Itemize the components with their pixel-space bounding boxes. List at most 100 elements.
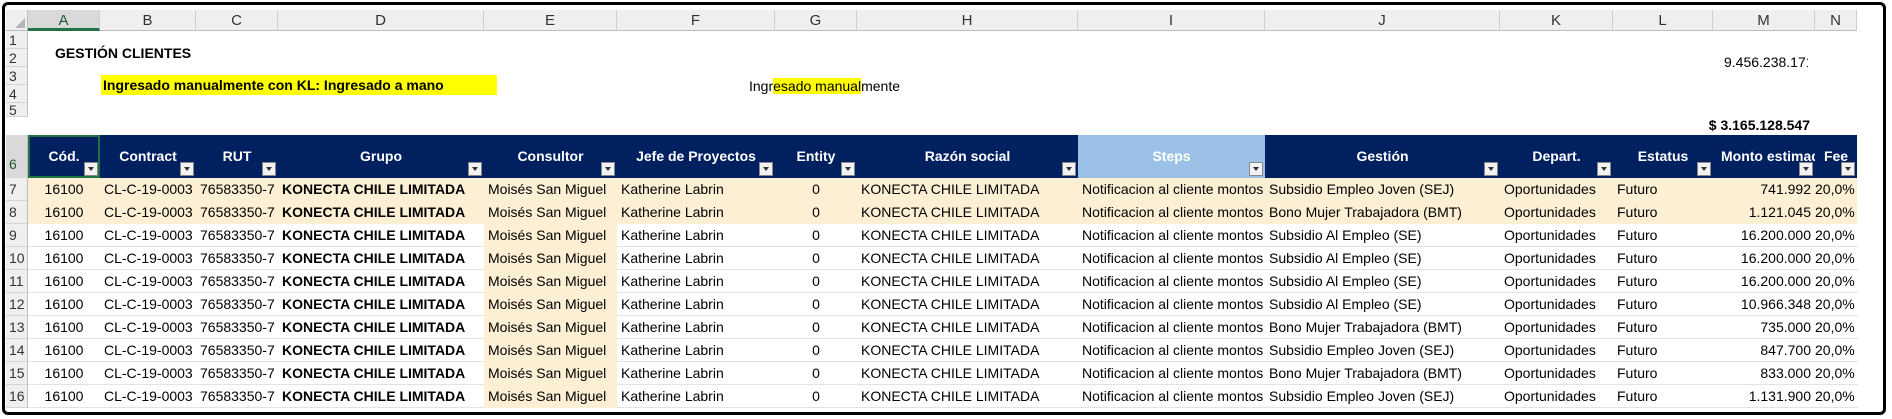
cell-e-8[interactable]: Moisés San Miguel <box>484 201 617 224</box>
cell-j-16[interactable]: Subsidio Empleo Joven (SEJ) <box>1265 385 1500 408</box>
cell-j-13[interactable]: Bono Mujer Trabajadora (BMT) <box>1265 316 1500 339</box>
cell-f-14[interactable]: Katherine Labrin <box>617 339 775 362</box>
cell-d-13[interactable]: KONECTA CHILE LIMITADA <box>278 316 484 339</box>
cell-k-15[interactable]: Oportunidades <box>1500 362 1613 385</box>
filter-dropdown-icon[interactable] <box>180 162 194 176</box>
cell-k-11[interactable]: Oportunidades <box>1500 270 1613 293</box>
cell-d-10[interactable]: KONECTA CHILE LIMITADA <box>278 247 484 270</box>
cell-b-13[interactable]: CL-C-19-0003 <box>100 316 196 339</box>
cell-n-7[interactable]: 20,0% <box>1815 178 1857 201</box>
cell-c-14[interactable]: 76583350-7 <box>196 339 278 362</box>
cell-n-13[interactable]: 20,0% <box>1815 316 1857 339</box>
cell-d-11[interactable]: KONECTA CHILE LIMITADA <box>278 270 484 293</box>
cell-k-16[interactable]: Oportunidades <box>1500 385 1613 408</box>
cell-l-8[interactable]: Futuro <box>1613 201 1713 224</box>
cell-m-12[interactable]: 10.966.348 <box>1713 293 1815 316</box>
cell-d-14[interactable]: KONECTA CHILE LIMITADA <box>278 339 484 362</box>
cell-i-16[interactable]: Notificacion al cliente montos a fa <box>1078 385 1265 408</box>
column-header-g[interactable]: G <box>775 10 857 31</box>
row-header-3[interactable]: 3 <box>6 67 28 85</box>
cell-i-10[interactable]: Notificacion al cliente montos a fa <box>1078 247 1265 270</box>
column-header-e[interactable]: E <box>484 10 617 31</box>
cell-m-10[interactable]: 16.200.000 <box>1713 247 1815 270</box>
cell-n-11[interactable]: 20,0% <box>1815 270 1857 293</box>
cell-h-14[interactable]: KONECTA CHILE LIMITADA <box>857 339 1078 362</box>
cell-e-11[interactable]: Moisés San Miguel <box>484 270 617 293</box>
cell-d-15[interactable]: KONECTA CHILE LIMITADA <box>278 362 484 385</box>
cell-c-8[interactable]: 76583350-7 <box>196 201 278 224</box>
cell-j-9[interactable]: Subsidio Al Empleo (SE) <box>1265 224 1500 247</box>
cell-k-9[interactable]: Oportunidades <box>1500 224 1613 247</box>
cell-h-8[interactable]: KONECTA CHILE LIMITADA <box>857 201 1078 224</box>
cell-i-13[interactable]: Notificacion al cliente montos a fa <box>1078 316 1265 339</box>
cell-j-10[interactable]: Subsidio Al Empleo (SE) <box>1265 247 1500 270</box>
cell-f-16[interactable]: Katherine Labrin <box>617 385 775 408</box>
cell-a-10[interactable]: 16100 <box>28 247 100 270</box>
select-all-corner[interactable] <box>6 10 28 31</box>
cell-c-7[interactable]: 76583350-7 <box>196 178 278 201</box>
cell-g-16[interactable]: 0 <box>775 385 857 408</box>
cell-l-11[interactable]: Futuro <box>1613 270 1713 293</box>
cell-l-12[interactable]: Futuro <box>1613 293 1713 316</box>
cell-a-9[interactable]: 16100 <box>28 224 100 247</box>
cell-g-9[interactable]: 0 <box>775 224 857 247</box>
row-header-7[interactable]: 7 <box>6 178 28 201</box>
cell-e-7[interactable]: Moisés San Miguel <box>484 178 617 201</box>
cell-f-8[interactable]: Katherine Labrin <box>617 201 775 224</box>
row-header-9[interactable]: 9 <box>6 224 28 247</box>
cell-i-9[interactable]: Notificacion al cliente montos a fa <box>1078 224 1265 247</box>
cell-e-15[interactable]: Moisés San Miguel <box>484 362 617 385</box>
cell-b-12[interactable]: CL-C-19-0003 <box>100 293 196 316</box>
cell-m-13[interactable]: 735.000 <box>1713 316 1815 339</box>
cell-j-14[interactable]: Subsidio Empleo Joven (SEJ) <box>1265 339 1500 362</box>
cell-g-8[interactable]: 0 <box>775 201 857 224</box>
cell-j-15[interactable]: Bono Mujer Trabajadora (BMT) <box>1265 362 1500 385</box>
row-header-6[interactable]: 6 <box>6 135 28 178</box>
column-header-j[interactable]: J <box>1265 10 1500 31</box>
cell-h-16[interactable]: KONECTA CHILE LIMITADA <box>857 385 1078 408</box>
cell-i-7[interactable]: Notificacion al cliente montos a fa <box>1078 178 1265 201</box>
cell-b-16[interactable]: CL-C-19-0003 <box>100 385 196 408</box>
cell-n-8[interactable]: 20,0% <box>1815 201 1857 224</box>
cell-h-9[interactable]: KONECTA CHILE LIMITADA <box>857 224 1078 247</box>
column-header-n[interactable]: N <box>1815 10 1857 31</box>
cell-g-11[interactable]: 0 <box>775 270 857 293</box>
cell-b-10[interactable]: CL-C-19-0003 <box>100 247 196 270</box>
cell-c-10[interactable]: 76583350-7 <box>196 247 278 270</box>
cell-k-10[interactable]: Oportunidades <box>1500 247 1613 270</box>
cell-l-13[interactable]: Futuro <box>1613 316 1713 339</box>
cell-e-14[interactable]: Moisés San Miguel <box>484 339 617 362</box>
cell-e-10[interactable]: Moisés San Miguel <box>484 247 617 270</box>
cell-k-12[interactable]: Oportunidades <box>1500 293 1613 316</box>
cell-n-12[interactable]: 20,0% <box>1815 293 1857 316</box>
cell-d-9[interactable]: KONECTA CHILE LIMITADA <box>278 224 484 247</box>
cell-a-8[interactable]: 16100 <box>28 201 100 224</box>
column-header-m[interactable]: M <box>1713 10 1815 31</box>
cell-l-9[interactable]: Futuro <box>1613 224 1713 247</box>
cell-l-14[interactable]: Futuro <box>1613 339 1713 362</box>
column-header-b[interactable]: B <box>100 10 196 31</box>
cell-a-11[interactable]: 16100 <box>28 270 100 293</box>
cell-g-12[interactable]: 0 <box>775 293 857 316</box>
cell-i-11[interactable]: Notificacion al cliente montos a fa <box>1078 270 1265 293</box>
cell-f-15[interactable]: Katherine Labrin <box>617 362 775 385</box>
filter-dropdown-icon[interactable] <box>1597 162 1611 176</box>
filter-dropdown-icon[interactable] <box>262 162 276 176</box>
filter-dropdown-icon[interactable] <box>759 162 773 176</box>
row-header-14[interactable]: 14 <box>6 339 28 362</box>
filter-dropdown-icon[interactable] <box>1249 162 1263 176</box>
column-header-l[interactable]: L <box>1613 10 1713 31</box>
cell-e-13[interactable]: Moisés San Miguel <box>484 316 617 339</box>
row-header-4[interactable]: 4 <box>6 85 28 103</box>
cell-c-13[interactable]: 76583350-7 <box>196 316 278 339</box>
cell-m-9[interactable]: 16.200.000 <box>1713 224 1815 247</box>
cell-a-14[interactable]: 16100 <box>28 339 100 362</box>
cell-l-7[interactable]: Futuro <box>1613 178 1713 201</box>
cell-i-8[interactable]: Notificacion al cliente montos a fa <box>1078 201 1265 224</box>
column-header-a[interactable]: A <box>28 10 100 31</box>
cell-b-14[interactable]: CL-C-19-0003 <box>100 339 196 362</box>
filter-dropdown-icon[interactable] <box>1697 162 1711 176</box>
filter-dropdown-icon[interactable] <box>84 162 98 176</box>
cell-b-11[interactable]: CL-C-19-0003 <box>100 270 196 293</box>
cell-a-12[interactable]: 16100 <box>28 293 100 316</box>
